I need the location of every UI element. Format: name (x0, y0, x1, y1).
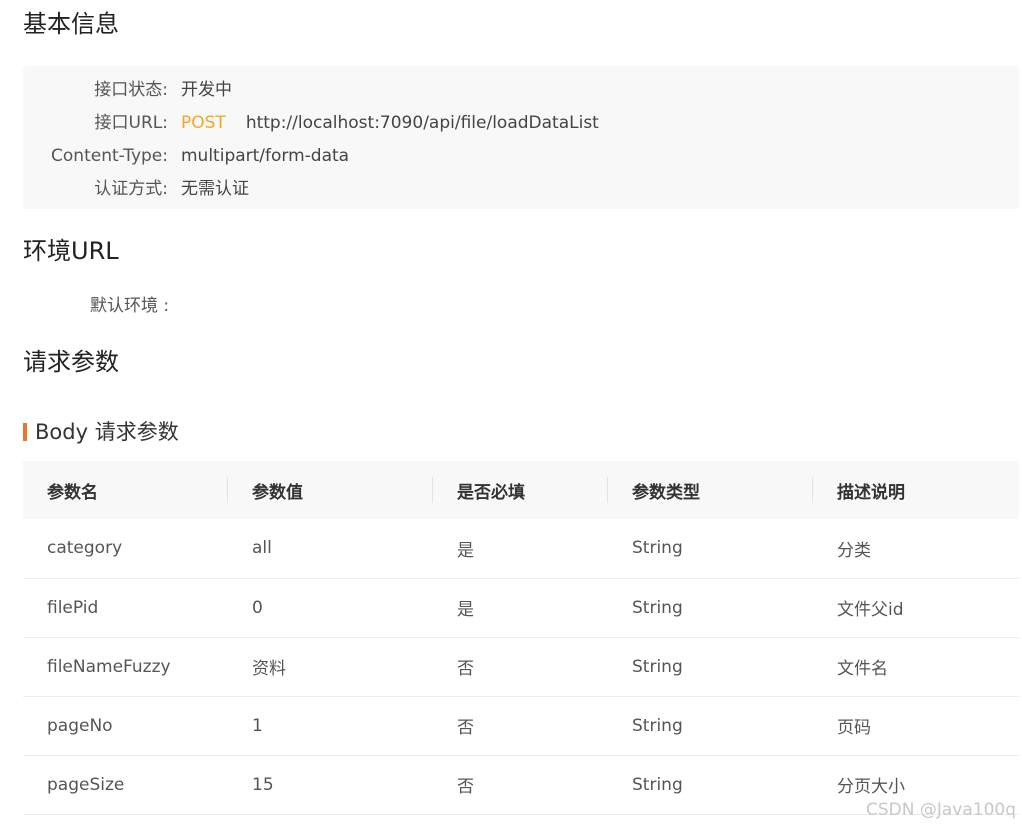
param-type: String (632, 715, 683, 736)
default-env-label: 默认环境 : (90, 296, 170, 316)
endpoint-url[interactable]: http://localhost:7090/api/file/loadDataL… (246, 113, 599, 133)
param-type: String (632, 656, 683, 677)
param-required: 是 (457, 600, 474, 620)
table-row: filePid 0 是 String 文件父id (23, 578, 1019, 637)
table-row: category all 是 String 分类 (23, 519, 1019, 578)
auth-label: 认证方式: (94, 179, 168, 199)
param-name: fileNameFuzzy (47, 656, 171, 677)
col-header-type: 参数类型 (608, 461, 813, 519)
body-params-heading: Body 请求参数 (23, 418, 179, 446)
basic-info-panel: 接口状态: 开发中 接口URL: POST http://localhost:70… (23, 66, 1019, 209)
param-description: 页码 (837, 718, 871, 738)
basic-info-title: 基本信息 (23, 10, 119, 38)
csdn-watermark: CSDN @Java100q (865, 800, 1016, 820)
accent-bar (23, 423, 27, 441)
param-name: category (47, 538, 123, 559)
param-name: filePid (47, 597, 99, 618)
content-type-row: Content-Type: multipart/form-data (23, 142, 1019, 170)
http-method-badge: POST (181, 113, 226, 133)
col-header-description: 描述说明 (837, 482, 905, 503)
param-value: all (252, 538, 272, 559)
param-value: 15 (252, 774, 274, 795)
body-params-title: Body 请求参数 (35, 420, 179, 444)
auth-value: 无需认证 (181, 179, 249, 199)
param-type: String (632, 538, 683, 559)
content-type-value: multipart/form-data (181, 146, 350, 166)
param-description: 文件父id (837, 600, 904, 620)
url-row: 接口URL: POST http://localhost:7090/api/fil… (23, 109, 1019, 137)
status-value: 开发中 (181, 80, 232, 100)
status-label: 接口状态: (94, 80, 168, 100)
param-name: pageSize (47, 774, 125, 795)
body-params-table: 参数名 参数值 是否必填 参数类型 描述说明 category all 是 St… (23, 461, 1019, 815)
param-name: pageNo (47, 715, 113, 736)
table-header-row: 参数名 参数值 是否必填 参数类型 描述说明 (23, 461, 1019, 519)
param-required: 否 (457, 777, 474, 797)
table-row: fileNameFuzzy 资料 否 String 文件名 (23, 637, 1019, 696)
url-label: 接口URL: (94, 113, 168, 133)
param-required: 否 (457, 718, 474, 738)
param-description: 文件名 (837, 659, 888, 679)
col-header-name: 参数名 (23, 461, 228, 519)
col-header-required: 是否必填 (433, 461, 608, 519)
table-row: pageNo 1 否 String 页码 (23, 696, 1019, 755)
param-value: 资料 (252, 659, 286, 679)
status-row: 接口状态: 开发中 (23, 76, 1019, 104)
param-type: String (632, 774, 683, 795)
param-description: 分类 (837, 540, 871, 561)
url-value-group: POST http://localhost:7090/api/file/loadD… (181, 109, 599, 137)
request-params-title: 请求参数 (23, 348, 119, 376)
param-required: 否 (457, 659, 474, 679)
content-type-label: Content-Type: (51, 146, 168, 166)
param-value: 1 (252, 715, 263, 736)
param-required: 是 (457, 540, 474, 561)
env-title: 环境URL (23, 237, 119, 265)
param-value: 0 (252, 597, 263, 618)
auth-row: 认证方式: 无需认证 (23, 175, 1019, 203)
param-type: String (632, 597, 683, 618)
col-header-value: 参数值 (228, 461, 433, 519)
